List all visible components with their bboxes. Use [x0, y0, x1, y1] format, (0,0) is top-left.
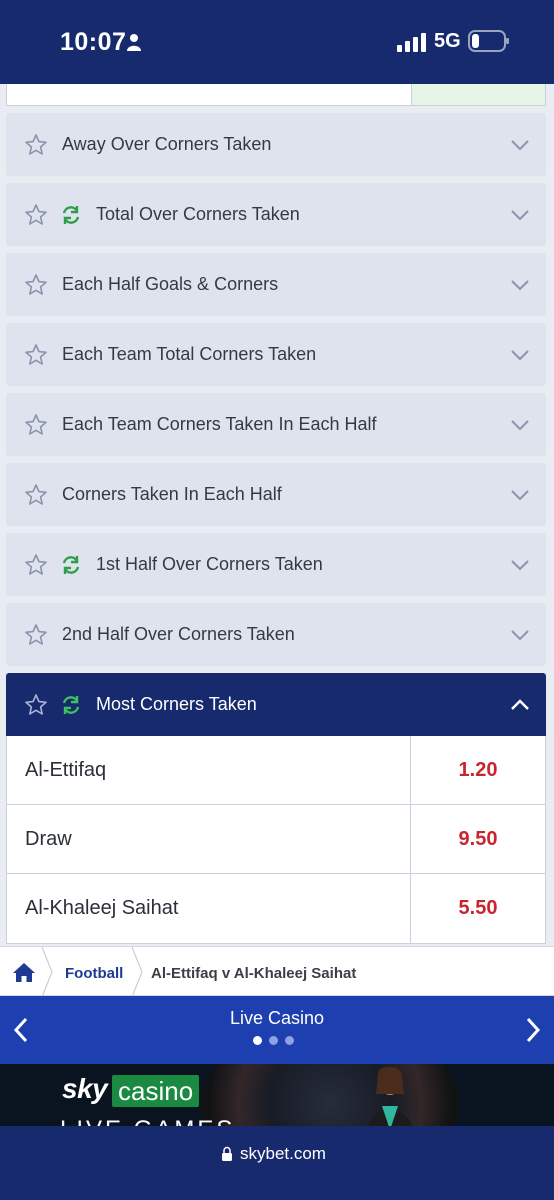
breadcrumb-football[interactable]: Football — [65, 965, 123, 982]
odds-button[interactable]: 5.50 — [410, 874, 545, 943]
chevron-down-icon[interactable] — [510, 138, 530, 152]
carousel-dot[interactable] — [269, 1036, 278, 1045]
status-time: 10:07 — [60, 28, 127, 56]
star-icon[interactable] — [24, 413, 48, 437]
battery-icon — [468, 30, 509, 52]
market-label: Most Corners Taken — [96, 694, 257, 714]
previous-odds-cell[interactable] — [411, 84, 545, 105]
person-icon — [127, 34, 141, 51]
chevron-down-icon[interactable] — [510, 628, 530, 642]
chevron-down-icon[interactable] — [510, 418, 530, 432]
market-label: Away Over Corners Taken — [62, 134, 272, 154]
cashout-icon — [62, 556, 80, 574]
market-label: Each Team Corners Taken In Each Half — [62, 414, 377, 434]
chevron-down-icon[interactable] — [510, 348, 530, 362]
market-row-expanded[interactable]: Most Corners Taken — [6, 673, 546, 736]
chevron-down-icon[interactable] — [510, 278, 530, 292]
url-text: skybet.com — [240, 1144, 326, 1163]
selection-name: Al-Ettifaq — [25, 759, 107, 781]
roulette-wheel-image — [200, 1064, 460, 1130]
carousel-dot[interactable] — [253, 1036, 262, 1045]
market-label: Total Over Corners Taken — [96, 204, 300, 224]
casino-advert[interactable]: sky casino LIVE GAMES — [0, 1064, 554, 1130]
status-bar: 10:07 5G — [0, 0, 554, 84]
lock-icon — [222, 1146, 232, 1161]
home-icon[interactable] — [12, 961, 36, 983]
odds-button[interactable]: 9.50 — [410, 805, 545, 873]
market-label: Each Half Goals & Corners — [62, 274, 279, 294]
market-label: Each Team Total Corners Taken — [62, 344, 317, 364]
market-row[interactable]: 2nd Half Over Corners Taken — [6, 603, 546, 666]
selection-list: Al-Ettifaq 1.20 Draw 9.50 Al-Khaleej Sai… — [6, 736, 546, 944]
previous-market-row — [6, 84, 546, 106]
selection-row: Al-Ettifaq 1.20 — [7, 736, 545, 805]
market-label: 1st Half Over Corners Taken — [96, 554, 323, 574]
brand-logo-sky: sky — [62, 1073, 108, 1104]
chevron-down-icon[interactable] — [510, 208, 530, 222]
cashout-icon — [62, 206, 80, 224]
carousel-dots — [253, 1036, 294, 1045]
selection-name: Al-Khaleej Saihat — [25, 897, 179, 919]
market-row[interactable]: Total Over Corners Taken — [6, 183, 546, 246]
star-icon[interactable] — [24, 343, 48, 367]
market-row[interactable]: Each Half Goals & Corners — [6, 253, 546, 316]
star-icon[interactable] — [24, 483, 48, 507]
chevron-down-icon[interactable] — [510, 488, 530, 502]
signal-icon — [397, 33, 426, 52]
network-type: 5G — [434, 30, 461, 52]
market-label: 2nd Half Over Corners Taken — [62, 624, 295, 644]
dealer-image — [368, 1066, 412, 1130]
market-row[interactable]: Corners Taken In Each Half — [6, 463, 546, 526]
selection-row: Al-Khaleej Saihat 5.50 — [7, 874, 545, 943]
star-icon[interactable] — [24, 693, 48, 717]
selection-name: Draw — [25, 828, 72, 850]
star-icon[interactable] — [24, 273, 48, 297]
star-icon[interactable] — [24, 623, 48, 647]
cashout-icon — [62, 696, 80, 714]
breadcrumb-event: Al-Ettifaq v Al-Khaleej Saihat — [151, 965, 357, 982]
browser-url-bar[interactable]: skybet.com — [0, 1126, 554, 1200]
market-row[interactable]: 1st Half Over Corners Taken — [6, 533, 546, 596]
breadcrumb: Football Al-Ettifaq v Al-Khaleej Saihat — [0, 946, 554, 997]
carousel-dot[interactable] — [285, 1036, 294, 1045]
promo-title: Live Casino — [229, 1008, 325, 1028]
odds-button[interactable]: 1.20 — [410, 736, 545, 804]
breadcrumb-separator — [131, 947, 143, 997]
selection-row: Draw 9.50 — [7, 805, 545, 874]
chevron-up-icon[interactable] — [510, 698, 530, 712]
chevron-right-icon[interactable] — [525, 1017, 541, 1043]
breadcrumb-separator — [41, 947, 53, 997]
brand-logo-casino: casino — [112, 1075, 200, 1107]
market-row[interactable]: Each Team Total Corners Taken — [6, 323, 546, 386]
market-row[interactable]: Each Team Corners Taken In Each Half — [6, 393, 546, 456]
market-row[interactable]: Away Over Corners Taken — [6, 113, 546, 176]
star-icon[interactable] — [24, 553, 48, 577]
market-label: Corners Taken In Each Half — [62, 484, 282, 504]
star-icon[interactable] — [24, 133, 48, 157]
chevron-down-icon[interactable] — [510, 558, 530, 572]
star-icon[interactable] — [24, 203, 48, 227]
live-casino-banner[interactable]: Live Casino — [0, 996, 554, 1064]
